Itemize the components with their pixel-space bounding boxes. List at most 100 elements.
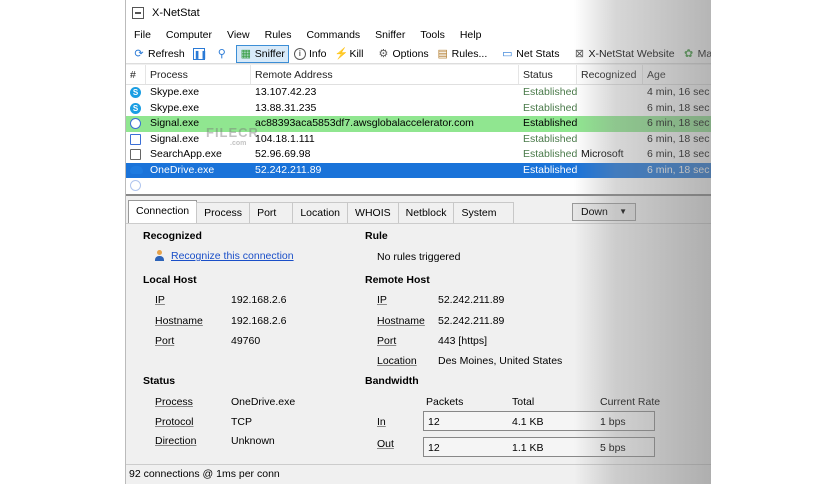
bandwidth-header-current-rate: Current Rate: [600, 396, 661, 408]
column-header-remote-address[interactable]: Remote Address: [251, 65, 519, 84]
website-label: X-NetStat Website: [588, 47, 675, 60]
column-header-number[interactable]: #: [126, 65, 146, 84]
refresh-button[interactable]: ⟳ Refresh: [130, 45, 188, 63]
row-status: Established: [523, 132, 577, 145]
menu-computer[interactable]: Computer: [166, 29, 212, 41]
tab-whois[interactable]: WHOIS: [347, 202, 399, 223]
tab-system[interactable]: System: [453, 202, 514, 223]
bandwidth-in-label: In: [377, 416, 386, 428]
options-button[interactable]: ⚙ Options: [374, 45, 431, 63]
row-remote-address: 13.107.42.23: [255, 86, 317, 98]
chevron-down-icon: ▼: [619, 207, 627, 216]
connection-details: Recognized Recognize this connection Rul…: [126, 223, 711, 464]
toolbar: ⟳ Refresh ❚❚ ⚲ ▦ Sniffer i Info ⚡ Kill ⚙…: [126, 44, 711, 64]
menu-sniffer[interactable]: Sniffer: [375, 29, 405, 41]
table-row-partial[interactable]: [126, 178, 711, 194]
menu-view[interactable]: View: [227, 29, 250, 41]
row-remote-address: ac88393aca5853df7.awsglobalaccelerator.c…: [255, 117, 474, 129]
row-process: Skype.exe: [150, 101, 200, 114]
info-label: Info: [308, 47, 327, 60]
tab-connection[interactable]: Connection: [128, 200, 198, 223]
menu-file[interactable]: File: [134, 29, 151, 41]
tab-port[interactable]: Port: [249, 202, 294, 223]
column-header-age[interactable]: Age: [643, 65, 711, 84]
row-process: Skype.exe: [150, 86, 200, 98]
table-row[interactable]: SearchApp.exe 52.96.69.98 Established Mi…: [126, 147, 711, 163]
remote-hostname-label: Hostname: [377, 315, 425, 327]
row-recognized: [577, 116, 643, 132]
row-status: Established: [523, 101, 577, 114]
remote-port-value: 443 [https]: [438, 335, 488, 347]
mantis-button[interactable]: ✿ Mantis Bug Trac: [680, 45, 711, 63]
section-title-bandwidth: Bandwidth: [365, 375, 419, 387]
search-button[interactable]: ⚲: [213, 45, 234, 63]
bandwidth-header-packets: Packets: [426, 396, 464, 408]
row-recognized: [577, 85, 643, 101]
kill-button[interactable]: ⚡ Kill: [331, 45, 366, 63]
status-direction-value: Unknown: [231, 435, 275, 447]
row-remote-address: 52.242.211.89: [255, 163, 322, 176]
remote-location-value: Des Moines, United States: [438, 355, 563, 367]
website-button[interactable]: ⊠ X-NetStat Website: [570, 45, 677, 63]
section-title-recognized: Recognized: [143, 230, 202, 242]
rules-button[interactable]: ▤ Rules...: [434, 45, 491, 63]
watermark-text: FILECR: [206, 125, 259, 140]
sniffer-icon: ▦: [240, 47, 251, 60]
row-remote-address: 52.96.69.98: [255, 148, 311, 160]
info-button[interactable]: i Info: [291, 45, 330, 63]
tab-location[interactable]: Location: [292, 202, 349, 223]
app-icon: [132, 7, 144, 19]
row-remote-address: 104.18.1.111: [255, 132, 315, 145]
table-row[interactable]: S Skype.exe 13.107.42.23 Established 4 m…: [126, 85, 711, 101]
section-title-rule: Rule: [365, 230, 388, 242]
sniffer-button[interactable]: ▦ Sniffer: [235, 44, 289, 63]
tab-process[interactable]: Process: [196, 202, 251, 223]
row-recognized: [577, 101, 643, 117]
pause-button[interactable]: ❚❚: [190, 45, 211, 63]
column-header-status[interactable]: Status: [519, 65, 577, 84]
mantis-icon: ✿: [684, 47, 694, 60]
tab-netblock[interactable]: Netblock: [397, 202, 455, 223]
down-dropdown[interactable]: Down ▼: [572, 203, 636, 221]
row-age: 4 min, 16 sec: [647, 86, 710, 98]
row-age: 6 min, 18 sec: [647, 132, 710, 145]
row-age: 6 min, 18 sec: [647, 101, 710, 114]
local-ip-label: IP: [155, 294, 165, 306]
menu-rules[interactable]: Rules: [265, 29, 292, 41]
connections-list[interactable]: # Process Remote Address Status Recogniz…: [126, 65, 711, 196]
list-header: # Process Remote Address Status Recogniz…: [126, 65, 711, 85]
menu-commands[interactable]: Commands: [306, 29, 360, 41]
table-row[interactable]: S Skype.exe 13.88.31.235 Established 6 m…: [126, 101, 711, 117]
rules-label: Rules...: [451, 47, 488, 60]
pause-icon: ❚❚: [192, 47, 208, 60]
mantis-label: Mantis Bug Trac: [697, 47, 711, 60]
chart-icon: ▭: [502, 47, 513, 60]
menu-bar: File Computer View Rules Commands Sniffe…: [126, 26, 711, 44]
searchapp-icon: [130, 149, 141, 161]
skype-icon: S: [130, 102, 141, 114]
bandwidth-out-packets: 12: [428, 442, 440, 454]
watermark: FILECR .com: [206, 125, 259, 147]
recognize-connection-link[interactable]: Recognize this connection: [171, 250, 294, 262]
bandwidth-header-total: Total: [512, 396, 535, 408]
kill-label: Kill: [349, 47, 364, 60]
row-status: Established: [523, 163, 577, 176]
process-icon: [130, 180, 141, 192]
table-row-selected[interactable]: OneDrive.exe 52.242.211.89 Established 6…: [126, 162, 711, 178]
gear-icon: ⚙: [378, 47, 389, 60]
status-direction-label: Direction: [155, 435, 197, 447]
title-bar: X-NetStat: [126, 0, 711, 26]
local-hostname-label: Hostname: [155, 315, 203, 327]
remote-port-label: Port: [377, 335, 397, 347]
bandwidth-out-rate: 5 bps: [600, 442, 626, 454]
row-age: 6 min, 18 sec: [647, 163, 710, 176]
refresh-icon: ⟳: [134, 47, 144, 60]
column-header-process[interactable]: Process: [146, 65, 251, 84]
row-age: 6 min, 18 sec: [647, 117, 710, 129]
section-title-local-host: Local Host: [143, 274, 197, 286]
menu-tools[interactable]: Tools: [420, 29, 445, 41]
menu-help[interactable]: Help: [460, 29, 482, 41]
net-stats-label: Net Stats: [516, 47, 560, 60]
column-header-recognized[interactable]: Recognized: [577, 65, 643, 84]
net-stats-button[interactable]: ▭ Net Stats: [498, 45, 562, 63]
